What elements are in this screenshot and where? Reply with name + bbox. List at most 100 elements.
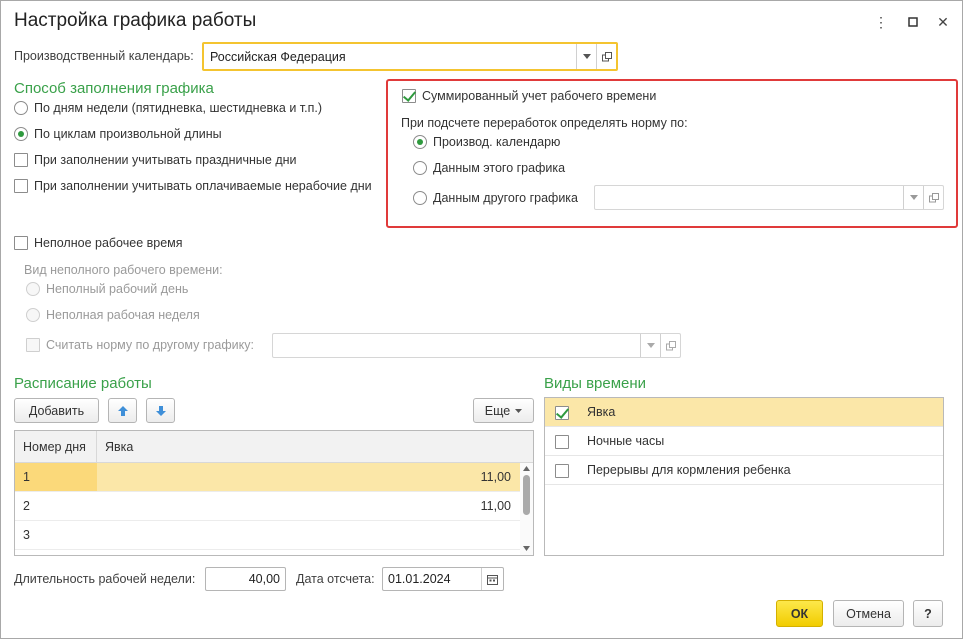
- list-item[interactable]: Явка: [545, 398, 943, 427]
- add-button[interactable]: Добавить: [14, 398, 99, 423]
- table-row[interactable]: 1 11,00: [15, 463, 521, 492]
- other-schedule-open-button[interactable]: [923, 186, 943, 209]
- calendar-icon: [487, 574, 498, 585]
- more-button[interactable]: Еще: [473, 398, 534, 423]
- part-time-week-label: Неполная рабочая неделя: [46, 308, 200, 322]
- more-actions-icon[interactable]: ⋮: [870, 11, 892, 33]
- radio-weekdays[interactable]: [14, 101, 28, 115]
- ok-button[interactable]: ОК: [776, 600, 823, 627]
- time-type-checkbox[interactable]: [555, 434, 569, 449]
- open-icon: [928, 192, 939, 202]
- list-item[interactable]: Ночные часы: [545, 427, 943, 456]
- chevron-down-icon: [582, 54, 591, 59]
- chevron-down-icon: [909, 195, 918, 200]
- radio-part-time-day[interactable]: [26, 282, 40, 296]
- calendar-field[interactable]: Российская Федерация: [202, 42, 618, 71]
- norm-option-other[interactable]: Данным другого графика: [413, 191, 578, 205]
- time-type-label: Перерывы для кормления ребенка: [587, 463, 791, 477]
- schedule-table-header: Номер дня Явка: [15, 431, 533, 463]
- cancel-button[interactable]: Отмена: [833, 600, 904, 627]
- value-cell[interactable]: 11,00: [97, 492, 521, 520]
- summary-accounting-group: Суммированный учет рабочего времени При …: [386, 79, 958, 228]
- norm-other-label: Считать норму по другому графику:: [46, 338, 254, 352]
- time-type-label: Ночные часы: [587, 434, 665, 448]
- norm-option-calendar[interactable]: Производ. календарю: [413, 135, 560, 149]
- scroll-up-icon: [523, 466, 530, 471]
- chevron-down-icon: [646, 343, 655, 348]
- part-time-week-option[interactable]: Неполная рабочая неделя: [26, 308, 200, 322]
- norm-option-this[interactable]: Данным этого графика: [413, 161, 565, 175]
- norm-other-open-button[interactable]: [660, 334, 680, 357]
- calendar-open-button[interactable]: [596, 44, 616, 69]
- list-item[interactable]: Перерывы для кормления ребенка: [545, 456, 943, 485]
- day-cell[interactable]: 3: [15, 521, 97, 549]
- close-icon[interactable]: ✕: [932, 11, 954, 33]
- paid-nonworking-checkbox[interactable]: [14, 179, 28, 193]
- summary-checkbox[interactable]: [402, 89, 416, 103]
- holidays-label: При заполнении учитывать праздничные дни: [34, 153, 297, 167]
- part-time-day-option[interactable]: Неполный рабочий день: [26, 282, 188, 296]
- norm-other-checkbox[interactable]: [26, 338, 40, 352]
- arrow-down-icon: [155, 405, 166, 416]
- radio-cycles[interactable]: [14, 127, 28, 141]
- maximize-icon[interactable]: [902, 11, 924, 33]
- more-button-label: Еще: [484, 403, 511, 418]
- radio-norm-other[interactable]: [413, 191, 427, 205]
- week-length-label: Длительность рабочей недели:: [14, 572, 196, 586]
- fill-option-weekdays-label: По дням недели (пятидневка, шестидневка …: [34, 101, 323, 115]
- column-day-number[interactable]: Номер дня: [15, 431, 97, 462]
- calendar-dropdown-button[interactable]: [576, 44, 596, 69]
- time-types-list: Явка Ночные часы Перерывы для кормления …: [544, 397, 944, 556]
- summary-option[interactable]: Суммированный учет рабочего времени: [402, 89, 656, 103]
- fill-option-weekdays[interactable]: По дням недели (пятидневка, шестидневка …: [14, 101, 322, 115]
- week-length-field[interactable]: 40,00: [205, 567, 286, 591]
- fill-option-cycles[interactable]: По циклам произвольной длины: [14, 127, 222, 141]
- norm-other-dropdown-button[interactable]: [640, 334, 660, 357]
- part-time-label: Неполное рабочее время: [34, 236, 183, 250]
- report-date-field[interactable]: 01.01.2024: [382, 567, 504, 591]
- settings-window: Настройка графика работы ⋮ ✕ Производств…: [0, 0, 963, 639]
- value-cell[interactable]: 11,00: [97, 463, 521, 491]
- time-type-checkbox[interactable]: [555, 463, 569, 478]
- table-row[interactable]: 2 11,00: [15, 492, 521, 521]
- chevron-down-icon: [515, 408, 523, 413]
- day-cell[interactable]: 1: [15, 463, 97, 491]
- other-schedule-dropdown-button[interactable]: [903, 186, 923, 209]
- window-title: Настройка графика работы: [14, 10, 257, 31]
- paid-nonworking-label: При заполнении учитывать оплачиваемые не…: [34, 179, 372, 193]
- move-down-button[interactable]: [146, 398, 175, 423]
- holidays-option[interactable]: При заполнении учитывать праздничные дни: [14, 153, 297, 167]
- calendar-value: Российская Федерация: [210, 50, 346, 64]
- other-schedule-field[interactable]: [594, 185, 944, 210]
- part-time-day-label: Неполный рабочий день: [46, 282, 189, 296]
- radio-norm-calendar[interactable]: [413, 135, 427, 149]
- report-date-value: 01.01.2024: [388, 572, 451, 586]
- day-cell[interactable]: 2: [15, 492, 97, 520]
- norm-other-field[interactable]: [272, 333, 681, 358]
- value-cell[interactable]: [97, 521, 521, 549]
- calendar-label: Производственный календарь:: [14, 49, 194, 63]
- norm-option-other-label: Данным другого графика: [433, 191, 579, 205]
- paid-nonworking-option[interactable]: При заполнении учитывать оплачиваемые не…: [14, 179, 372, 193]
- time-type-checkbox[interactable]: [555, 405, 569, 420]
- part-time-checkbox[interactable]: [14, 236, 28, 250]
- week-length-value: 40,00: [248, 572, 280, 586]
- table-row[interactable]: 3: [15, 521, 521, 550]
- help-button[interactable]: ?: [913, 600, 943, 627]
- summary-label: Суммированный учет рабочего времени: [422, 89, 657, 103]
- radio-norm-this[interactable]: [413, 161, 427, 175]
- report-date-label: Дата отсчета:: [296, 572, 375, 586]
- norm-other-option[interactable]: Считать норму по другому графику:: [26, 338, 254, 352]
- table-scrollbar[interactable]: [520, 463, 533, 555]
- time-types-title: Виды времени: [544, 375, 647, 392]
- holidays-checkbox[interactable]: [14, 153, 28, 167]
- column-attendance[interactable]: Явка: [97, 431, 521, 462]
- move-up-button[interactable]: [108, 398, 137, 423]
- norm-option-calendar-label: Производ. календарю: [433, 135, 561, 149]
- scrollbar-thumb[interactable]: [523, 475, 530, 515]
- arrow-up-icon: [117, 405, 128, 416]
- calendar-picker-button[interactable]: [481, 568, 503, 590]
- radio-part-time-week[interactable]: [26, 308, 40, 322]
- open-icon: [601, 51, 612, 61]
- part-time-option[interactable]: Неполное рабочее время: [14, 236, 183, 250]
